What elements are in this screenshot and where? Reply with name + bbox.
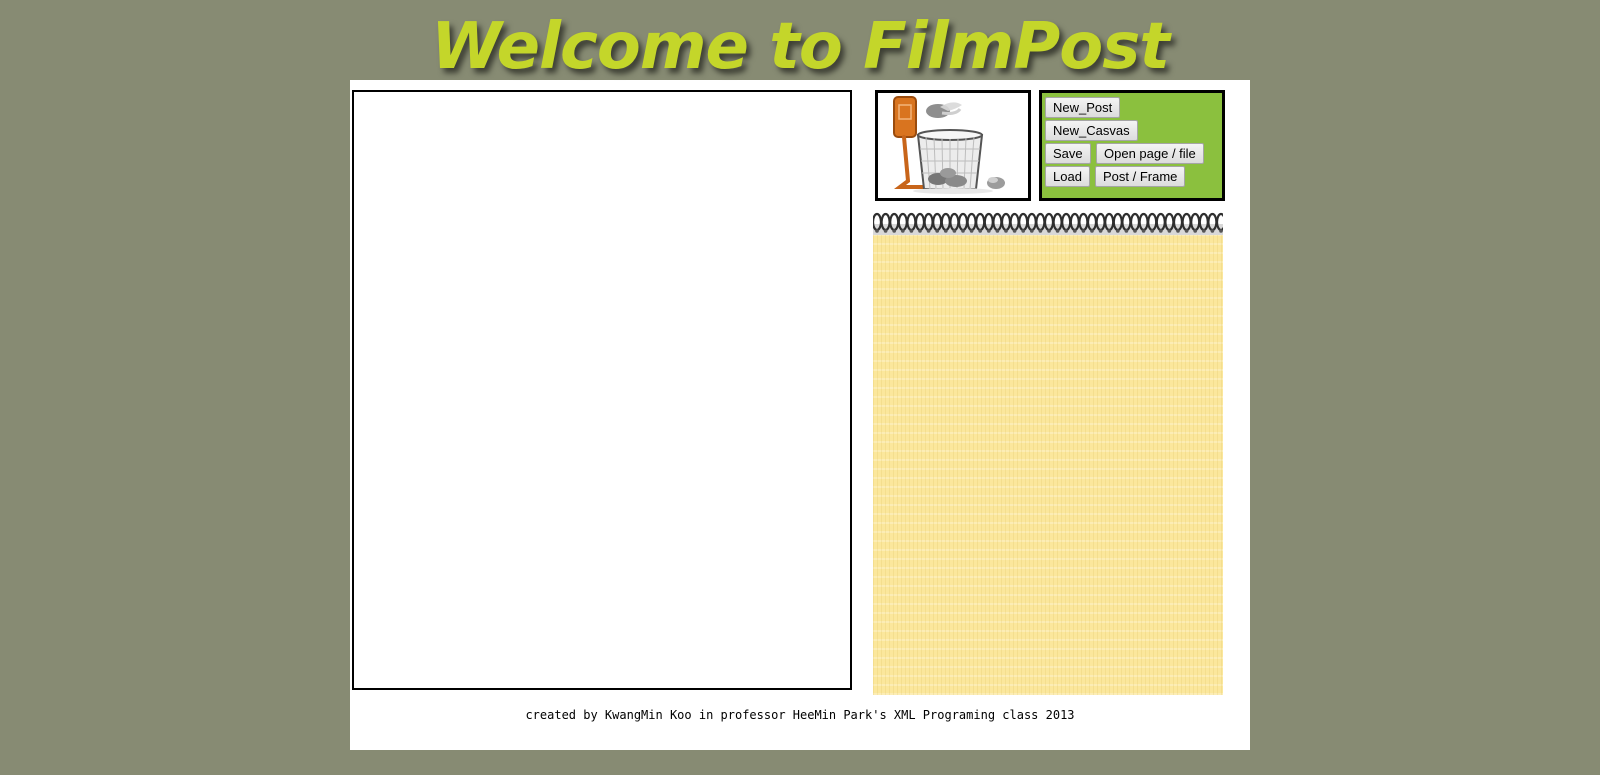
notepad-paper[interactable] <box>873 235 1223 695</box>
footer-credit: created by KwangMin Koo in professor Hee… <box>525 708 1075 722</box>
open-page-file-button[interactable]: Open page / file <box>1096 143 1204 164</box>
load-button[interactable]: Load <box>1045 166 1090 187</box>
spiral-binding <box>871 210 1227 238</box>
post-frame-button[interactable]: Post / Frame <box>1095 166 1186 187</box>
trash-icon[interactable] <box>875 90 1031 201</box>
main-panel: New_Post New_Casvas Save Open page / fil… <box>350 80 1250 750</box>
save-button[interactable]: Save <box>1045 143 1091 164</box>
drawing-canvas[interactable] <box>352 90 852 690</box>
new-post-button[interactable]: New_Post <box>1045 97 1121 118</box>
notepad[interactable] <box>871 210 1227 775</box>
page-title: Welcome to FilmPost <box>431 10 1170 84</box>
controls-panel: New_Post New_Casvas Save Open page / fil… <box>1039 90 1225 201</box>
new-canvas-button[interactable]: New_Casvas <box>1045 120 1138 141</box>
trash-basketball-hoop-icon <box>893 96 1005 194</box>
